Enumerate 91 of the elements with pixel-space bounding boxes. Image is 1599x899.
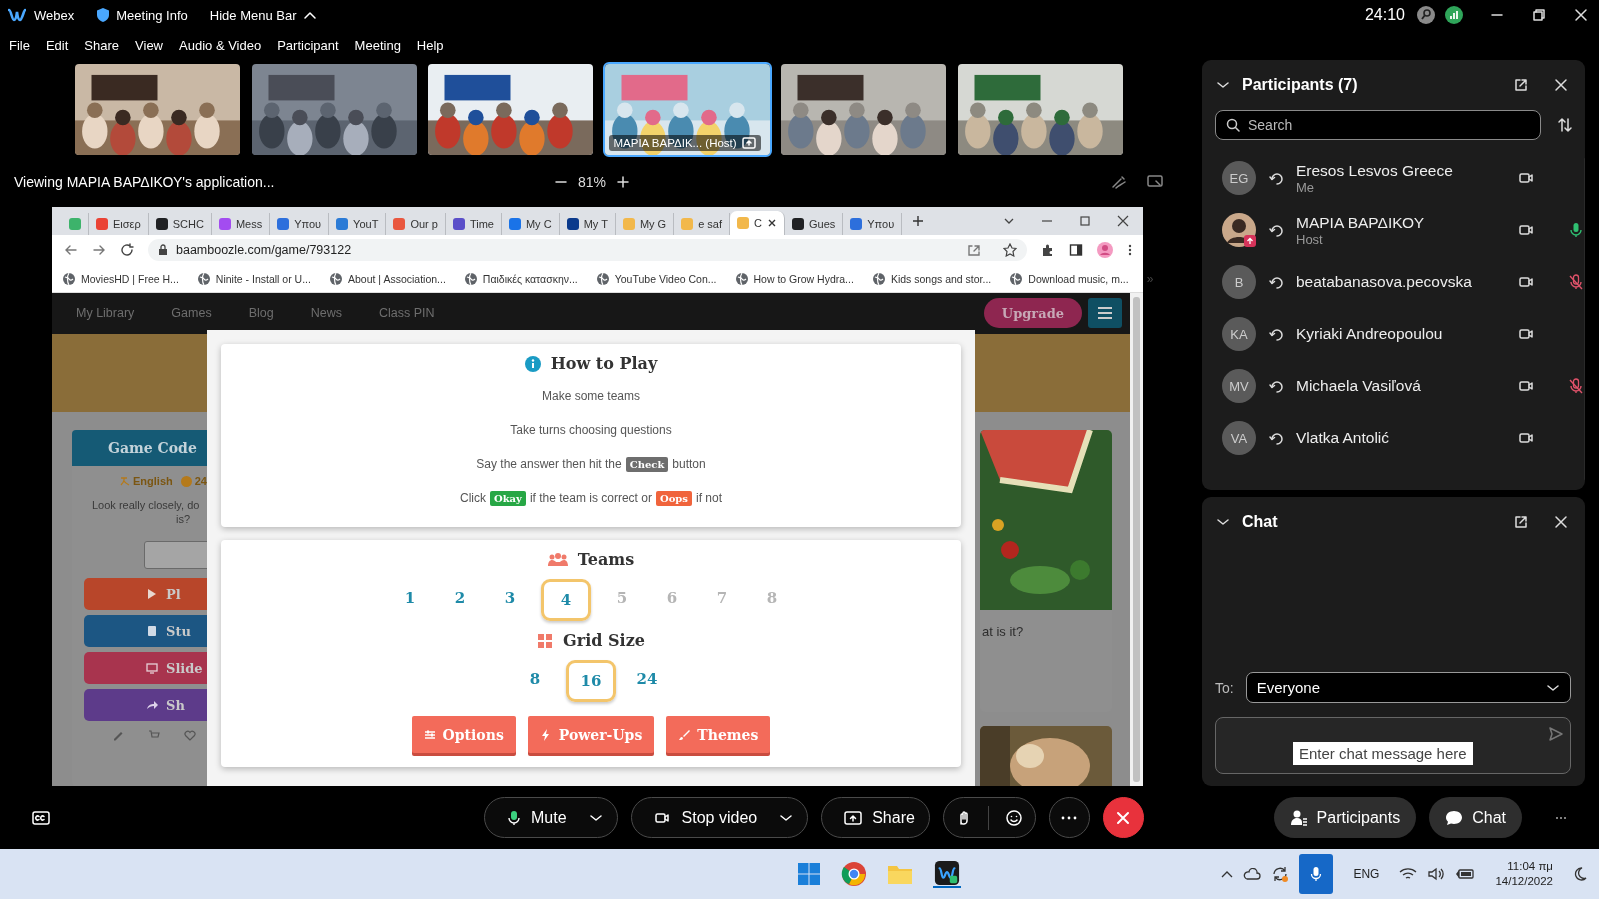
instruction-text: if not <box>696 491 722 505</box>
share-button[interactable]: Share <box>821 797 930 838</box>
avatar: VA <box>1222 421 1256 455</box>
menu-item[interactable]: Participant <box>277 37 339 53</box>
panel-title: Chat <box>1242 513 1278 531</box>
participant-row[interactable]: ΜΑΡΙΑ ΒΑΡΔΙΚΟΥ Host <box>1222 204 1584 256</box>
bookmark-link[interactable]: Download music, m... <box>1009 271 1129 286</box>
participant-row[interactable]: VA Vlatka Antolić <box>1222 412 1584 464</box>
chat-button[interactable]: Chat <box>1429 797 1522 838</box>
app-name: Webex <box>34 7 75 23</box>
section-title: Teams <box>577 550 635 569</box>
question-count: 24 <box>194 475 207 487</box>
meeting-info-button[interactable]: Meeting Info <box>96 7 188 23</box>
participant-name: Vlatka Antolić <box>1296 429 1391 447</box>
participant-row[interactable]: B beatabanasova.pecovska <box>1222 256 1584 308</box>
nav-link[interactable]: News <box>310 306 342 321</box>
menu-item[interactable]: View <box>135 37 163 53</box>
input-language[interactable]: ENG <box>1353 867 1380 881</box>
viewing-status: Viewing ΜΑΡΙΑ ΒΑΡΔΙΚΟΥ's application... <box>14 174 276 190</box>
search-field[interactable]: Search <box>1215 110 1541 140</box>
grid-size-option[interactable]: 24 <box>628 660 666 698</box>
participant-name: Michaela Vasiľová <box>1296 377 1422 395</box>
key-tag: Okay <box>490 490 526 506</box>
participant-role: Host <box>1296 231 1324 247</box>
team-count-option[interactable]: 4 <box>541 579 591 621</box>
participant-name: beatabanasova.pecovska <box>1296 273 1473 291</box>
participant-name: Kyriaki Andreopoulou <box>1296 325 1444 343</box>
menu-item[interactable]: Audio & Video <box>179 37 262 53</box>
participant-row[interactable]: MV Michaela Vasiľová <box>1222 360 1584 412</box>
menu-item[interactable]: Help <box>416 37 444 53</box>
to-label: To: <box>1215 679 1234 696</box>
avatar: MV <box>1222 369 1256 403</box>
avatar: KA <box>1222 317 1256 351</box>
panel-title: Participants (7) <box>1242 76 1358 94</box>
hide-menu-bar-button[interactable]: Hide Menu Bar <box>209 7 317 23</box>
description-text: is? <box>175 512 192 525</box>
bookmark-link[interactable]: How to Grow Hydra... <box>734 271 854 286</box>
participant-row[interactable]: KA Kyriaki Andreopoulou <box>1222 308 1584 360</box>
instruction-text: Take turns choosing questions <box>510 423 672 437</box>
section-title: Grid Size <box>563 631 645 650</box>
menu-item[interactable]: Edit <box>45 37 69 53</box>
video-thumbnail[interactable]: ΜΑΡΙΑ ΒΑΡΔΙΚ... (Host) <box>602 62 772 157</box>
section-title: How to Play <box>550 354 658 373</box>
zoom-level: 81% <box>578 174 607 190</box>
grid-size-option[interactable]: 16 <box>566 660 616 702</box>
clock[interactable]: 11:04 πμ 14/12/2022 <box>1495 859 1553 889</box>
participants-button[interactable]: Participants <box>1273 797 1417 838</box>
participant-name: ΜΑΡΙΑ ΒΑΡΔΙΚΟΥ <box>1296 213 1425 232</box>
upgrade-button[interactable]: Upgrade <box>983 298 1082 329</box>
instruction-text: button <box>672 457 706 471</box>
bookmark-link[interactable]: Ninite - Install or U... <box>196 271 311 286</box>
instruction-text: Click <box>460 491 486 505</box>
participant-name: Eresos Lesvos Greece <box>1296 161 1454 180</box>
participant-name: ΜΑΡΙΑ ΒΑΡΔΙΚ... (Host) <box>613 137 737 149</box>
question-text: at is it? <box>981 623 1025 639</box>
language-label: English <box>133 475 173 487</box>
url-text: baamboozle.com/game/793122 <box>176 243 352 257</box>
mute-button[interactable]: Mute <box>484 797 618 838</box>
nav-link[interactable]: My Library <box>76 306 135 321</box>
menu-item[interactable]: Meeting <box>354 37 401 53</box>
bookmark-link[interactable]: About | Association... <box>328 271 446 286</box>
nav-link[interactable]: Class PIN <box>378 306 435 321</box>
browser-tab[interactable]: C <box>730 211 785 235</box>
nav-link[interactable]: Blog <box>248 306 274 321</box>
message-field[interactable]: Enter chat message here <box>1215 717 1571 774</box>
instruction-text: if the team is correct or <box>529 491 652 505</box>
bookmark-link[interactable]: MoviesHD | Free H... <box>62 271 179 286</box>
team-count-option[interactable]: 2 <box>441 579 479 617</box>
tooltip: Enter chat message here <box>1293 742 1473 765</box>
team-count-option[interactable]: 1 <box>391 579 429 617</box>
stop-video-button[interactable]: Stop video <box>630 797 809 838</box>
participant-row[interactable]: EG Eresos Lesvos Greece Me <box>1222 152 1584 204</box>
avatar: EG <box>1222 161 1256 195</box>
key-tag: Oops <box>655 490 692 506</box>
bookmark-link[interactable]: Kids songs and stor... <box>871 271 992 286</box>
nav-link[interactable]: Games <box>171 306 212 321</box>
grid-size-option[interactable]: 8 <box>516 660 554 698</box>
avatar: B <box>1222 265 1256 299</box>
menu-item[interactable]: Share <box>84 37 120 53</box>
participant-role: Me <box>1296 179 1316 195</box>
description-text: Look really closely, do <box>91 498 201 511</box>
bookmark-link[interactable]: Παιδικές κατασκην... <box>463 271 578 286</box>
bookmark-link[interactable]: YouTube Video Con... <box>595 271 717 286</box>
instruction-text: Make some teams <box>541 389 640 403</box>
instruction-text: Say the answer then hit the <box>476 457 622 471</box>
menu-item[interactable]: File <box>9 37 30 53</box>
recipient-dropdown[interactable]: Everyone <box>1245 672 1571 703</box>
key-tag: Check <box>625 456 669 472</box>
team-count-option[interactable]: 3 <box>491 579 529 617</box>
meeting-timer: 24:10 <box>1364 6 1405 24</box>
address-field[interactable]: baamboozle.com/game/793122 <box>148 239 1027 261</box>
